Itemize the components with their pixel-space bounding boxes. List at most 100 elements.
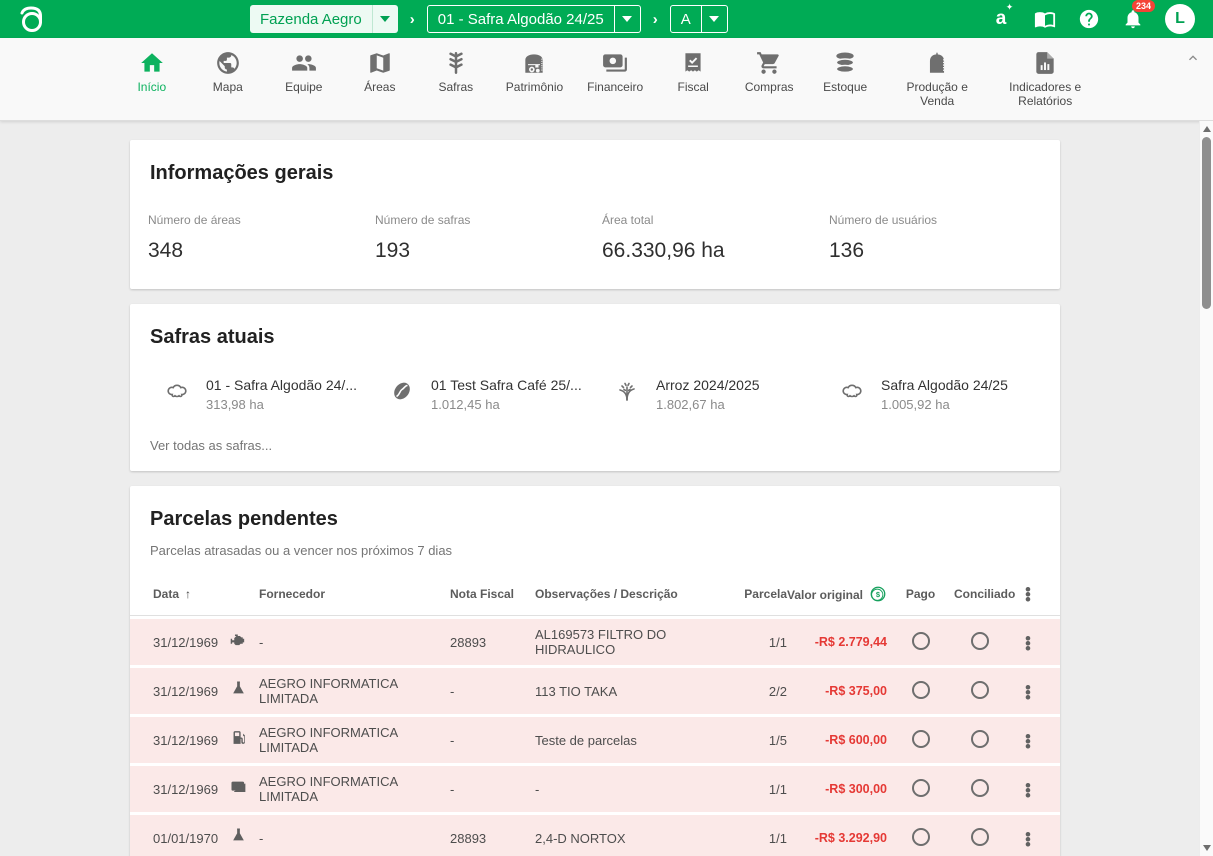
safra-area: 1.802,67 ha <box>656 397 760 412</box>
table-menu-kebab-icon[interactable]: ••• <box>1006 586 1050 601</box>
conciliado-radio[interactable] <box>971 779 989 797</box>
nav-label: Produção e Venda <box>895 81 979 109</box>
cell-value: -R$ 300,00 <box>787 782 887 796</box>
nav-label: Indicadores e Relatórios <box>1003 81 1087 109</box>
nav-item-inicio[interactable]: Início <box>121 48 183 111</box>
table-row[interactable]: 31/12/1969 AEGRO INFORMATICA LIMITADA - … <box>130 717 1060 763</box>
cell-supplier: AEGRO INFORMATICA LIMITADA <box>259 774 450 804</box>
cell-installment: 2/2 <box>740 684 787 699</box>
chevron-down-icon[interactable] <box>614 6 640 32</box>
conciliado-radio[interactable] <box>971 681 989 699</box>
bell-icon[interactable]: 234 <box>1121 7 1145 31</box>
pago-radio[interactable] <box>912 681 930 699</box>
safra-item[interactable]: Arroz 2024/2025 1.802,67 ha <box>615 377 840 412</box>
cell-installment: 1/5 <box>740 733 787 748</box>
help-icon[interactable] <box>1077 7 1101 31</box>
nav-item-fiscal[interactable]: Fiscal <box>662 48 724 111</box>
breadcrumb-separator: › <box>408 11 417 28</box>
nav-label: Início <box>137 81 166 95</box>
current-safras-card: Safras atuais 01 - Safra Algodão 24/... … <box>130 304 1060 471</box>
nav-label: Financeiro <box>587 81 643 95</box>
safra-item[interactable]: Safra Algodão 24/25 1.005,92 ha <box>840 377 1065 412</box>
cell-description: 2,4-D NORTOX <box>535 831 740 846</box>
book-icon[interactable] <box>1033 7 1057 31</box>
nav-item-patrimonio[interactable]: Patrimônio <box>501 48 568 111</box>
cell-invoice: 28893 <box>450 831 535 846</box>
nav-item-mapa[interactable]: Mapa <box>197 48 259 111</box>
conciliado-radio[interactable] <box>971 730 989 748</box>
stat-value: 193 <box>375 239 602 263</box>
farm-selector[interactable]: Fazenda Aegro <box>250 5 398 33</box>
safra-selector[interactable]: 01 - Safra Algodão 24/25 <box>427 5 641 33</box>
pago-radio[interactable] <box>912 632 930 650</box>
aegro-assistant-icon[interactable]: a✦ <box>989 7 1013 31</box>
col-observacoes[interactable]: Observações / Descrição <box>535 587 740 601</box>
unit-selector[interactable]: A <box>670 5 728 33</box>
see-all-safras-link[interactable]: Ver todas as safras... <box>130 416 1060 471</box>
notification-badge: 234 <box>1132 0 1155 12</box>
col-fornecedor[interactable]: Fornecedor <box>259 587 450 601</box>
pago-radio[interactable] <box>912 779 930 797</box>
safra-name: Arroz 2024/2025 <box>656 377 760 393</box>
map-icon <box>367 50 393 76</box>
conciliado-radio[interactable] <box>971 828 989 846</box>
main-nav: Início Mapa Equipe Áreas Safras Patrimôn… <box>0 38 1213 121</box>
breadcrumb-separator: › <box>651 11 660 28</box>
conciliado-radio[interactable] <box>971 632 989 650</box>
scroll-down-arrow-icon[interactable] <box>1203 845 1211 851</box>
cell-invoice: - <box>450 733 535 748</box>
avatar[interactable]: L <box>1165 4 1195 34</box>
col-valor-original[interactable]: Valor original$ <box>787 585 887 603</box>
col-conciliado[interactable]: Conciliado <box>954 587 1006 601</box>
cell-date: 31/12/1969 <box>153 782 230 797</box>
nav-item-financeiro[interactable]: Financeiro <box>582 48 648 111</box>
stat-value: 136 <box>829 239 1056 263</box>
aegro-logo-icon <box>16 4 50 34</box>
table-row[interactable]: 31/12/1969 AEGRO INFORMATICA LIMITADA - … <box>130 668 1060 714</box>
col-pago[interactable]: Pago <box>887 587 954 601</box>
table-row[interactable]: 31/12/1969 - 28893 AL169573 FILTRO DO HI… <box>130 619 1060 665</box>
nav-item-producao-venda[interactable]: Produção e Venda <box>890 48 984 111</box>
nav-label: Mapa <box>213 81 243 95</box>
col-data[interactable]: Data↑ <box>153 587 230 601</box>
scroll-up-arrow-icon[interactable] <box>1203 126 1211 132</box>
row-menu-kebab-icon[interactable]: ••• <box>1006 733 1050 748</box>
stat-area-total: Área total 66.330,96 ha <box>602 213 829 263</box>
chevron-down-icon[interactable] <box>701 6 727 32</box>
scrollbar[interactable] <box>1199 121 1213 856</box>
cell-date: 31/12/1969 <box>153 684 230 699</box>
cell-invoice: - <box>450 684 535 699</box>
row-menu-kebab-icon[interactable]: ••• <box>1006 635 1050 650</box>
col-nota-fiscal[interactable]: Nota Fiscal <box>450 587 535 601</box>
safra-item[interactable]: 01 - Safra Algodão 24/... 313,98 ha <box>165 377 390 412</box>
nav-item-safras[interactable]: Safras <box>425 48 487 111</box>
scrollbar-thumb[interactable] <box>1202 137 1211 309</box>
table-row[interactable]: 31/12/1969 AEGRO INFORMATICA LIMITADA - … <box>130 766 1060 812</box>
nav-item-compras[interactable]: Compras <box>738 48 800 111</box>
col-parcela[interactable]: Parcela <box>740 587 787 601</box>
safra-item[interactable]: 01 Test Safra Café 25/... 1.012,45 ha <box>390 377 615 412</box>
stat-safras: Número de safras 193 <box>375 213 602 263</box>
nav-item-estoque[interactable]: Estoque <box>814 48 876 111</box>
chevron-down-icon[interactable] <box>372 5 398 33</box>
cell-value: -R$ 375,00 <box>787 684 887 698</box>
stat-value: 348 <box>148 239 375 263</box>
nav-label: Patrimônio <box>506 81 563 95</box>
nav-item-areas[interactable]: Áreas <box>349 48 411 111</box>
stat-usuarios: Número de usuários 136 <box>829 213 1056 263</box>
cell-date: 31/12/1969 <box>153 635 230 650</box>
collapse-nav-chevron-up-icon[interactable] <box>1185 50 1201 71</box>
nav-label: Fiscal <box>678 81 709 95</box>
top-bar: Fazenda Aegro › 01 - Safra Algodão 24/25… <box>0 0 1213 38</box>
row-menu-kebab-icon[interactable]: ••• <box>1006 831 1050 846</box>
table-header: Data↑ Fornecedor Nota Fiscal Observações… <box>130 572 1060 616</box>
people-icon <box>291 50 317 76</box>
nav-item-equipe[interactable]: Equipe <box>273 48 335 111</box>
cell-description: Teste de parcelas <box>535 733 740 748</box>
nav-item-indicadores-relatorios[interactable]: Indicadores e Relatórios <box>998 48 1092 111</box>
row-menu-kebab-icon[interactable]: ••• <box>1006 684 1050 699</box>
pago-radio[interactable] <box>912 828 930 846</box>
pago-radio[interactable] <box>912 730 930 748</box>
row-menu-kebab-icon[interactable]: ••• <box>1006 782 1050 797</box>
table-row[interactable]: 01/01/1970 - 28893 2,4-D NORTOX 1/1 -R$ … <box>130 815 1060 856</box>
